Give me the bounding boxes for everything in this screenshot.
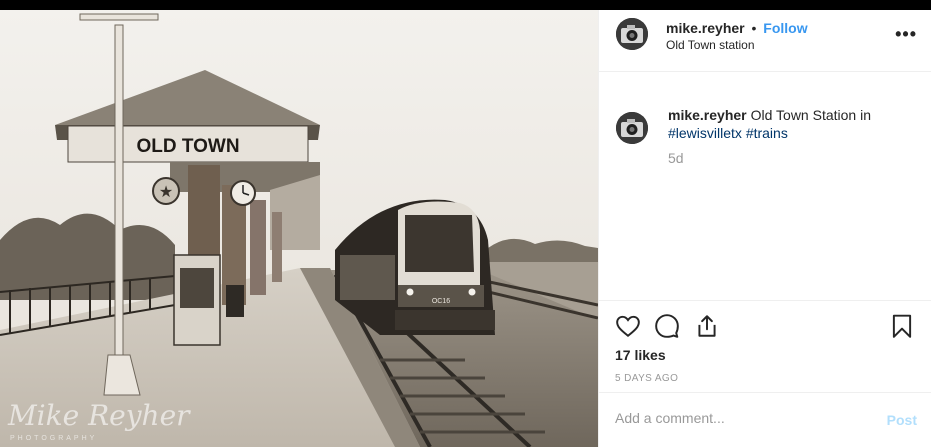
follow-button[interactable]: Follow [763,20,807,36]
comment-input[interactable] [615,410,875,426]
train-number: OC16 [432,298,450,305]
comment-icon[interactable] [654,313,680,339]
svg-text:★: ★ [159,182,173,201]
bookmark-icon[interactable] [889,313,915,339]
caption-avatar[interactable] [616,112,648,144]
post-header: mike.reyher • Follow Old Town station ••… [599,10,931,72]
caption-username[interactable]: mike.reyher [668,107,747,123]
location-link[interactable]: Old Town station [666,38,755,52]
caption-time[interactable]: 5d [668,150,684,166]
camera-avatar-icon [616,18,648,50]
comment-form: Post [599,392,931,447]
watermark-signature: Mike Reyher [7,399,191,432]
post-sidebar: mike.reyher • Follow Old Town station ••… [598,10,931,447]
avatar[interactable] [616,18,648,50]
camera-avatar-icon [616,112,648,144]
comments-area: mike.reyher Old Town Station in #lewisvil… [599,72,931,300]
station-photo: OLD TOWN ★ OC16 Mike Reyher PHOTOGRAPHY [0,10,598,447]
hashtag-lewisvilletx[interactable]: #lewisvilletx [668,125,742,141]
more-options-icon[interactable]: ••• [895,24,917,45]
header-separator: • [751,20,757,36]
action-bar: 17 likes 5 DAYS AGO [599,300,931,392]
header-username[interactable]: mike.reyher [666,20,745,36]
post-date[interactable]: 5 DAYS AGO [615,373,678,384]
likes-count[interactable]: 17 likes [615,347,666,363]
station-sign-text: OLD TOWN [136,136,239,157]
heart-icon[interactable] [615,313,641,339]
post-caption: mike.reyher Old Town Station in #lewisvil… [668,106,918,142]
watermark-subtitle: PHOTOGRAPHY [10,435,97,442]
share-icon[interactable] [694,313,720,339]
post-photo[interactable]: OLD TOWN ★ OC16 Mike Reyher PHOTOGRAPHY [0,0,598,447]
caption-text: Old Town Station in [750,107,871,123]
post-button[interactable]: Post [887,412,917,428]
hashtag-trains[interactable]: #trains [746,125,788,141]
